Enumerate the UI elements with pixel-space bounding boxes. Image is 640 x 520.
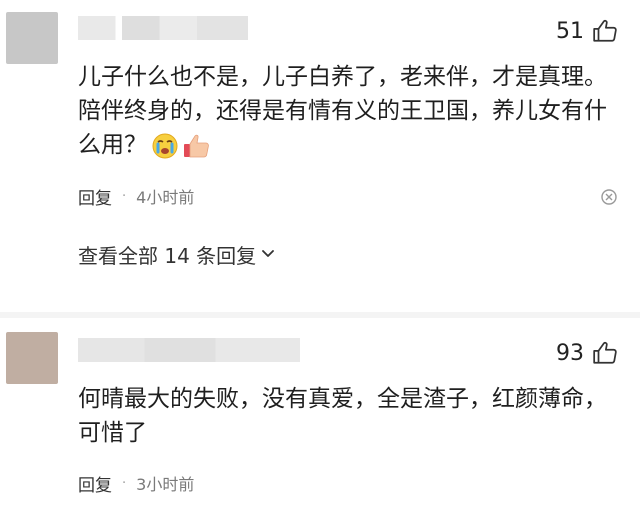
like-button[interactable]: 93 <box>556 338 618 368</box>
timestamp: 4小时前 <box>136 188 195 207</box>
emoji-group <box>151 131 211 161</box>
avatar[interactable] <box>6 332 58 384</box>
thumb-up-icon <box>593 19 617 42</box>
separator-dot: · <box>122 188 127 204</box>
avatar[interactable] <box>6 12 58 64</box>
timestamp: 3小时前 <box>136 475 195 494</box>
comment-text: 何晴最大的失败，没有真爱，全是渣子，红颜薄命，可惜了 <box>78 382 618 450</box>
view-all-replies-link[interactable]: 查看全部 14 条回复 <box>78 239 276 269</box>
comment-body: 何晴最大的失败，没有真爱，全是渣子，红颜薄命，可惜了 <box>78 386 607 446</box>
like-count: 93 <box>556 340 584 366</box>
crying-face-icon <box>152 133 178 158</box>
more-options-icon[interactable] <box>600 188 618 206</box>
separator-dot: · <box>122 475 127 491</box>
reply-button[interactable]: 回复 <box>78 184 112 209</box>
comment-meta: 回复 · 4小时前 <box>78 183 194 209</box>
comment-item: 51 儿子什么也不是，儿子白养了，老来伴，才是真理。陪伴终身的，还得是有情有义的… <box>0 0 640 310</box>
thumb-up-icon <box>593 341 617 364</box>
comment-meta: 回复 · 3小时前 <box>78 470 194 496</box>
reply-button[interactable]: 回复 <box>78 471 112 496</box>
like-button[interactable]: 51 <box>556 16 618 46</box>
like-count: 51 <box>556 18 584 44</box>
username-blurred[interactable] <box>78 338 300 362</box>
thumbs-up-emoji-icon <box>184 134 209 157</box>
view-all-replies-label: 查看全部 14 条回复 <box>78 243 257 268</box>
username-blurred[interactable] <box>78 16 248 40</box>
comment-text: 儿子什么也不是，儿子白养了，老来伴，才是真理。陪伴终身的，还得是有情有义的王卫国… <box>78 60 618 162</box>
chevron-down-icon <box>262 250 275 257</box>
comment-item: 93 何晴最大的失败，没有真爱，全是渣子，红颜薄命，可惜了 回复 · 3小时前 <box>0 322 640 520</box>
divider <box>0 312 640 318</box>
